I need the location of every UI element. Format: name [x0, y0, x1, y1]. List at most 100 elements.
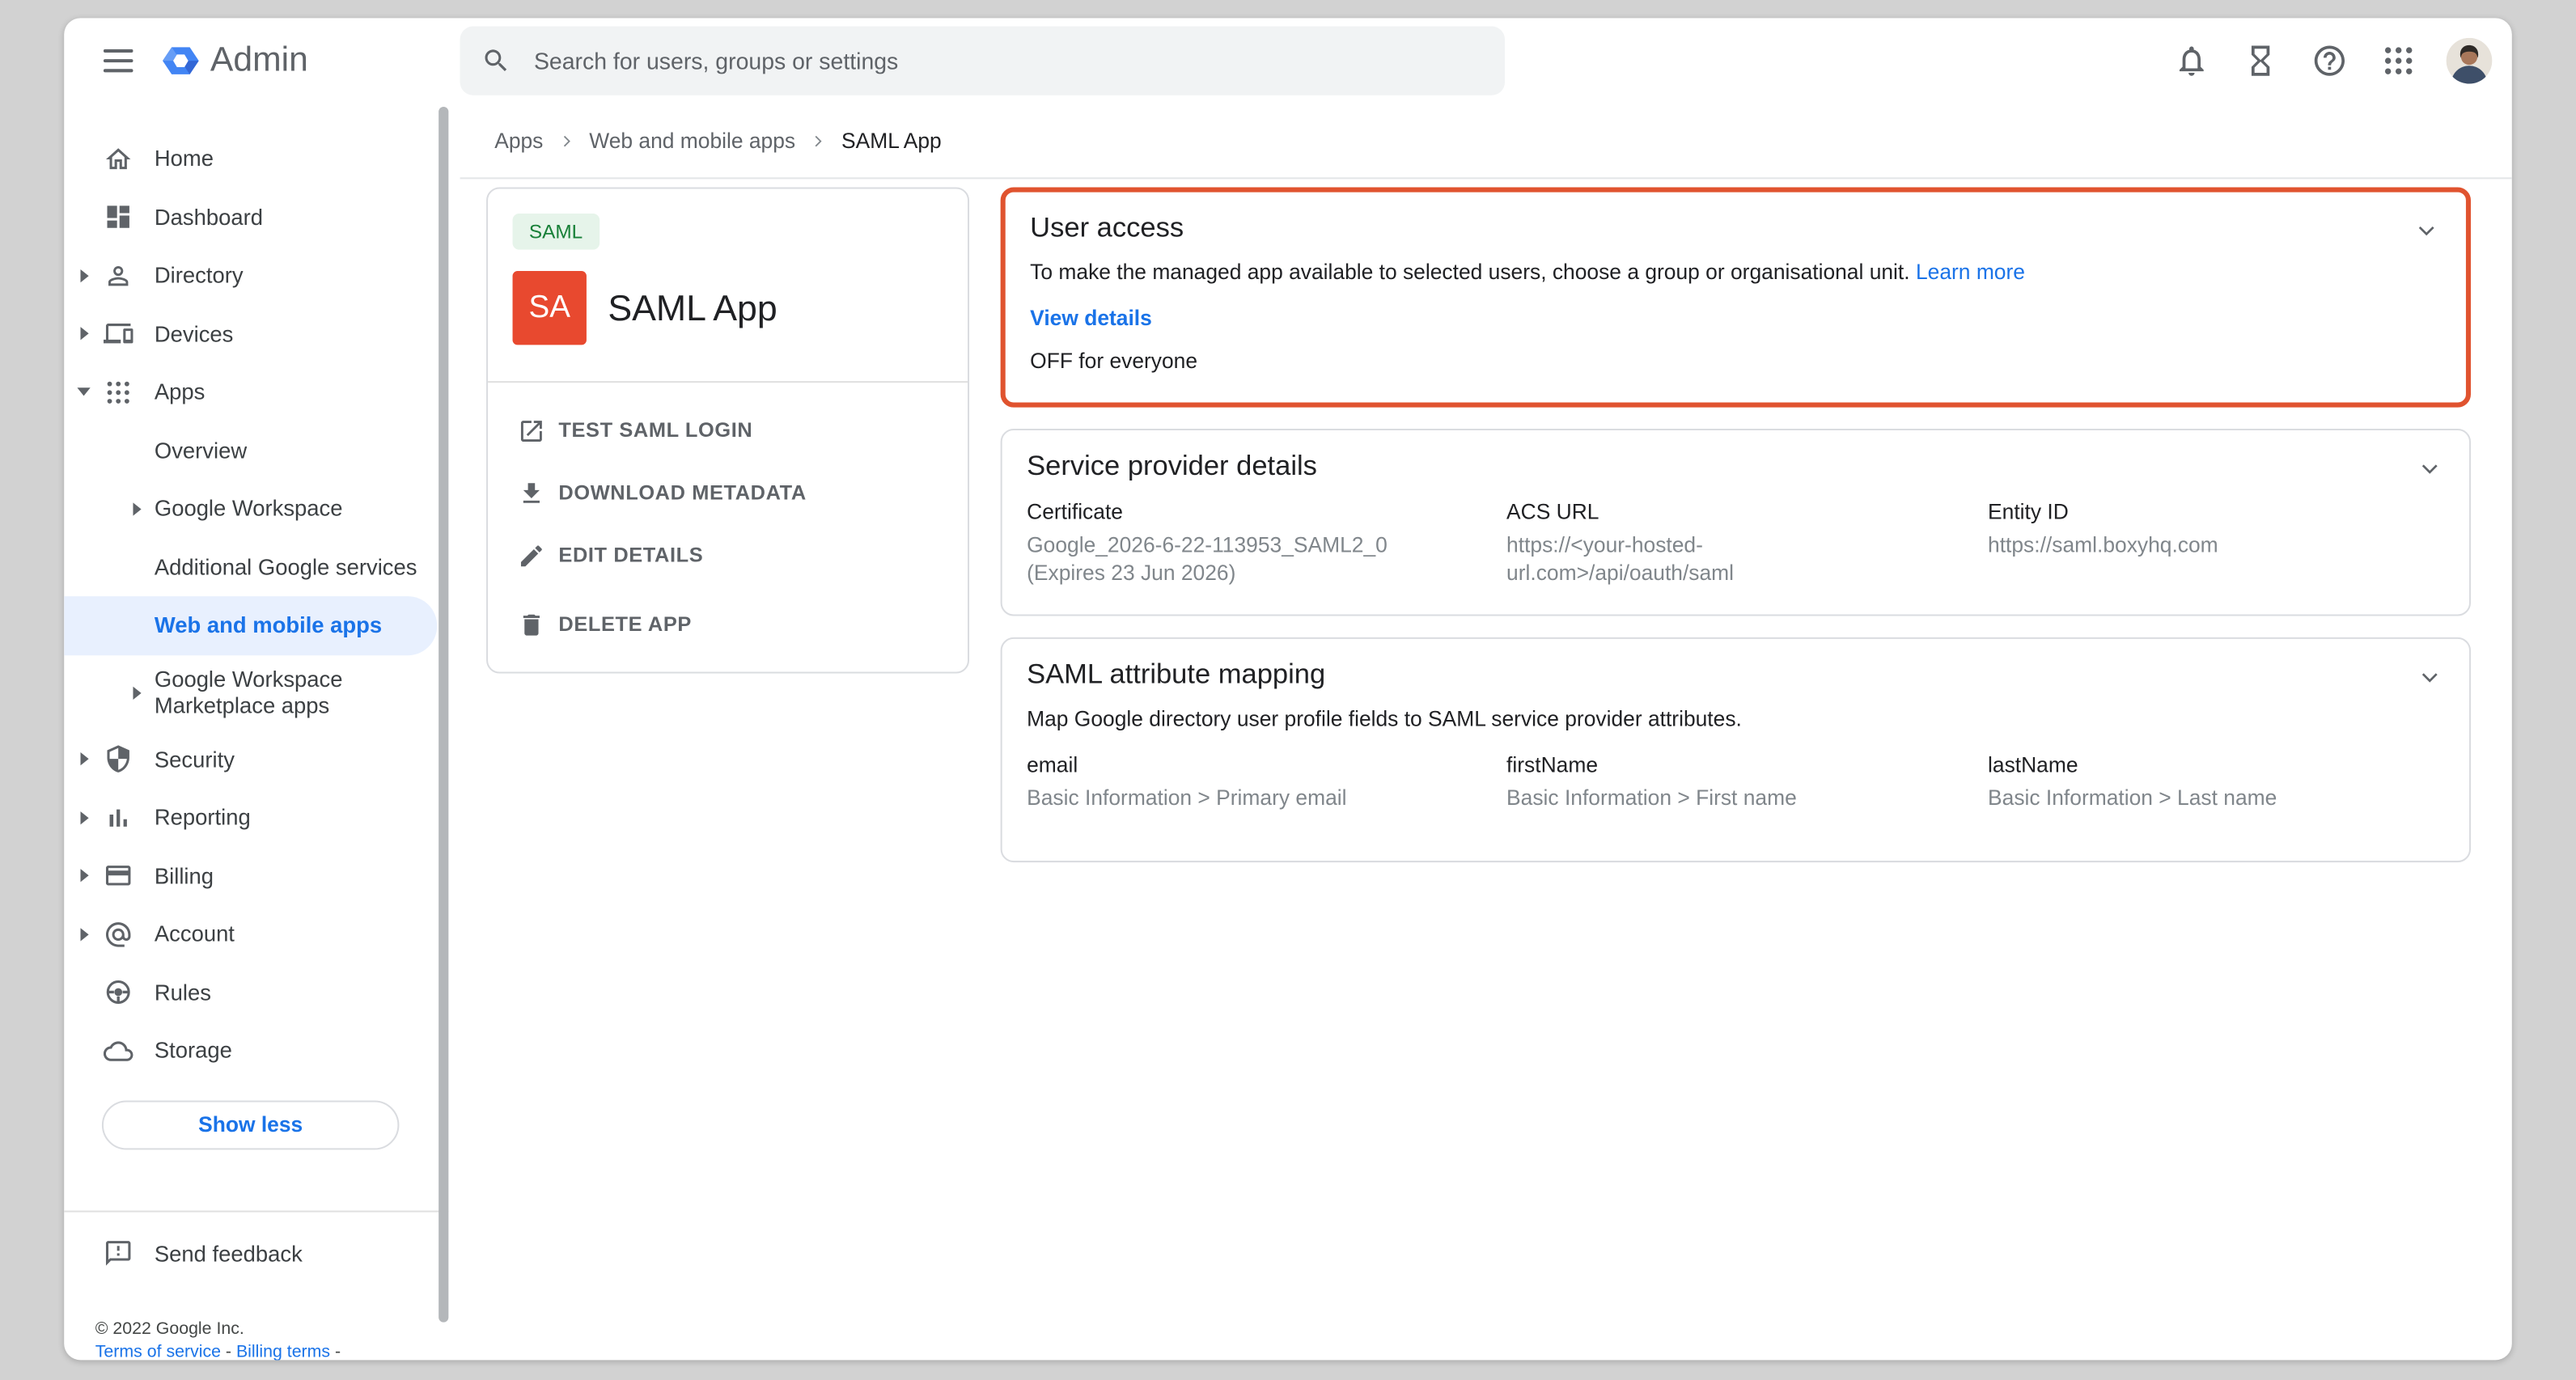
open-in-new-icon: [518, 417, 546, 445]
sidebar-item-label: Dashboard: [155, 205, 263, 229]
field-lastname: lastName Basic Information > Last name: [1988, 752, 2445, 812]
app-type-badge: SAML: [513, 214, 600, 250]
credit-card-icon: [104, 861, 133, 891]
field-value: Basic Information > Last name: [1988, 785, 2407, 813]
field-label: firstName: [1506, 752, 1988, 777]
sidebar-item-label: Storage: [155, 1039, 232, 1063]
service-provider-fields: Certificate Google_2026-6-22-113953_SAML…: [1027, 499, 2444, 586]
chevron-down-icon: [77, 388, 90, 396]
tasks-button[interactable]: [2233, 33, 2289, 89]
breadcrumb-web-and-mobile-apps[interactable]: Web and mobile apps: [589, 128, 795, 152]
saml-attribute-mapping-panel[interactable]: SAML attribute mapping Map Google direct…: [1001, 637, 2471, 862]
attribute-mapping-fields: email Basic Information > Primary email …: [1027, 752, 2444, 812]
sidebar-item-apps-overview[interactable]: Overview: [64, 421, 437, 480]
billing-terms-link[interactable]: Billing terms: [236, 1341, 330, 1360]
search-input[interactable]: [531, 46, 1479, 76]
app-name: SAML App: [608, 286, 777, 329]
sidebar-item-additional-google-services[interactable]: Additional Google services: [64, 538, 437, 596]
send-feedback-label: Send feedback: [155, 1241, 303, 1265]
admin-console-window: Admin: [64, 18, 2512, 1360]
user-access-panel[interactable]: User access To make the managed app avai…: [1001, 187, 2471, 407]
breadcrumb-apps[interactable]: Apps: [494, 128, 543, 152]
field-label: Certificate: [1027, 499, 1506, 523]
copyright-text: © 2022 Google Inc.: [95, 1319, 341, 1341]
screen: Admin: [0, 0, 2576, 1380]
terms-of-service-link[interactable]: Terms of service: [95, 1341, 221, 1360]
help-button[interactable]: [2302, 33, 2358, 89]
dashboard-icon: [104, 202, 133, 232]
app-actions: TEST SAML LOGIN DOWNLOAD METADATA EDIT D…: [488, 383, 968, 655]
test-saml-login-button[interactable]: TEST SAML LOGIN: [488, 399, 968, 461]
sidebar-item-account[interactable]: Account: [64, 905, 437, 963]
product-name: Admin: [210, 41, 308, 81]
sidebar-item-label: Devices: [155, 321, 234, 345]
main-menu-button[interactable]: [104, 49, 133, 72]
steering-wheel-icon: [104, 978, 133, 1008]
sidebar-item-devices[interactable]: Devices: [64, 305, 437, 363]
description-text: To make the managed app available to sel…: [1030, 260, 1909, 284]
sidebar-scrollbar[interactable]: [439, 107, 448, 1323]
chevron-down-icon[interactable]: [2413, 451, 2447, 485]
home-icon: [104, 144, 133, 174]
avatar-image: [2447, 38, 2493, 84]
sidebar-item-home[interactable]: Home: [64, 129, 437, 188]
service-provider-details-panel[interactable]: Service provider details Certificate Goo…: [1001, 429, 2471, 616]
chevron-right-icon: [133, 502, 141, 515]
cloud-icon: [104, 1036, 133, 1066]
panel-title: User access: [1030, 212, 2441, 245]
sidebar-item-label: Account: [155, 922, 235, 946]
show-less-button[interactable]: Show less: [102, 1099, 400, 1149]
sidebar-item-label: Reporting: [155, 806, 251, 830]
sidebar-item-label: Google Workspace: [155, 497, 343, 521]
bar-chart-icon: [104, 802, 133, 832]
apps-grid-icon: [2380, 43, 2417, 79]
account-avatar[interactable]: [2447, 38, 2493, 84]
sidebar-item-label: Billing: [155, 864, 214, 888]
download-icon: [518, 479, 546, 507]
sidebar-item-label: Web and mobile apps: [155, 613, 382, 637]
trash-icon: [518, 610, 546, 638]
sidebar-item-label: Apps: [155, 380, 205, 404]
sidebar-item-dashboard[interactable]: Dashboard: [64, 188, 437, 247]
learn-more-link[interactable]: Learn more: [1916, 260, 2025, 284]
person-icon: [104, 260, 133, 290]
apps-icon: [104, 378, 133, 408]
sidebar-item-security[interactable]: Security: [64, 730, 437, 789]
send-feedback-button[interactable]: Send feedback: [64, 1224, 437, 1283]
user-access-status: OFF for everyone: [1030, 348, 2441, 372]
app-initials-tile: SA: [513, 271, 587, 345]
footer-separator: -: [335, 1341, 341, 1360]
google-apps-button[interactable]: [2371, 33, 2426, 89]
panel-description: To make the managed app available to sel…: [1030, 260, 2441, 284]
edit-details-button[interactable]: EDIT DETAILS: [488, 524, 968, 586]
hourglass-icon: [2243, 43, 2279, 79]
sidebar-item-billing[interactable]: Billing: [64, 847, 437, 905]
chevron-right-icon: [808, 130, 828, 150]
sidebar-item-reporting[interactable]: Reporting: [64, 789, 437, 847]
global-search[interactable]: [460, 26, 1505, 95]
sidebar-item-rules[interactable]: Rules: [64, 963, 437, 1022]
chevron-right-icon: [80, 928, 88, 941]
sidebar-item-google-workspace[interactable]: Google Workspace: [64, 480, 437, 538]
action-label: TEST SAML LOGIN: [558, 419, 752, 442]
panel-title: Service provider details: [1027, 450, 2444, 483]
sidebar-item-storage[interactable]: Storage: [64, 1022, 437, 1080]
field-email: email Basic Information > Primary email: [1027, 752, 1506, 812]
chevron-right-icon: [80, 753, 88, 766]
chevron-down-icon[interactable]: [2410, 214, 2443, 247]
sidebar-item-label: Additional Google services: [155, 555, 417, 579]
at-sign-icon: [104, 920, 133, 950]
chevron-down-icon[interactable]: [2413, 660, 2447, 693]
download-metadata-button[interactable]: DOWNLOAD METADATA: [488, 462, 968, 524]
delete-app-button[interactable]: DELETE APP: [488, 593, 968, 655]
sidebar-item-web-and-mobile-apps[interactable]: Web and mobile apps: [64, 596, 437, 654]
view-details-link[interactable]: View details: [1030, 306, 2441, 330]
sidebar-item-apps[interactable]: Apps: [64, 363, 437, 421]
sidebar-item-workspace-marketplace-apps[interactable]: Google Workspace Marketplace apps: [64, 654, 437, 730]
notifications-button[interactable]: [2163, 33, 2219, 89]
sidebar-item-directory[interactable]: Directory: [64, 247, 437, 305]
sidebar-nav: Home Dashboard Directory Devices Apps: [64, 104, 450, 1360]
action-label: DOWNLOAD METADATA: [558, 481, 806, 504]
panel-title: SAML attribute mapping: [1027, 658, 2444, 692]
app-identity: SA SAML App: [513, 271, 968, 345]
